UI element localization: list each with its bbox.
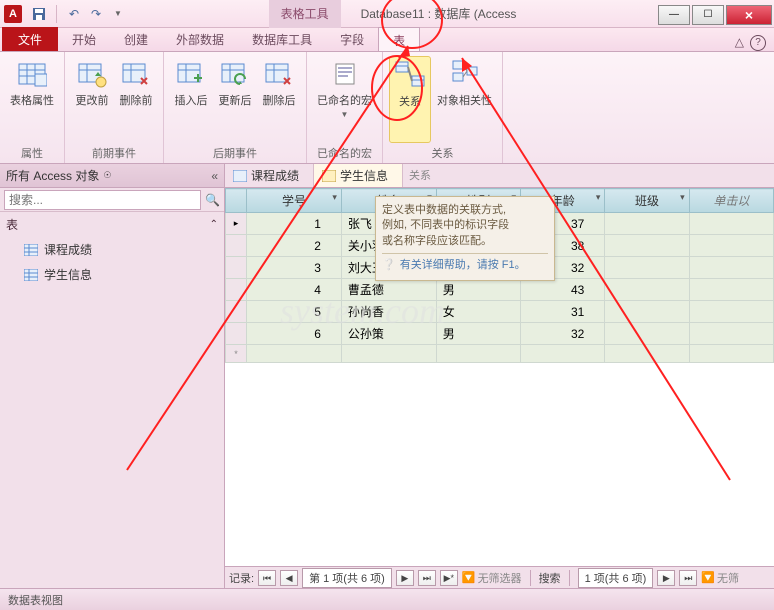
- nav-item-students[interactable]: 学生信息: [0, 262, 224, 287]
- doctab-relations[interactable]: 关系: [403, 164, 437, 187]
- before-delete-icon: [120, 58, 152, 90]
- redo-icon[interactable]: ↷: [87, 5, 105, 23]
- named-macros-icon: [329, 58, 361, 90]
- table-row[interactable]: 6公孙策男32: [226, 323, 774, 345]
- table-row[interactable]: 4曹孟德男43: [226, 279, 774, 301]
- table-icon: [233, 170, 247, 182]
- qat-dropdown-icon[interactable]: ▼: [109, 5, 127, 23]
- search-input[interactable]: [4, 190, 201, 210]
- table-icon: [24, 244, 38, 256]
- before-change-icon: [76, 58, 108, 90]
- table-properties-icon: [16, 58, 48, 90]
- content-area: 所有 Access 对象 ☉ « 🔍 表 ⌃ 课程成绩 学生信息 课程成绩: [0, 164, 774, 588]
- after-insert-icon: [175, 58, 207, 90]
- minimize-ribbon-icon[interactable]: △: [735, 35, 744, 51]
- filter-indicator[interactable]: 🔽 无筛选器: [462, 570, 522, 586]
- close-button[interactable]: ×: [726, 5, 772, 25]
- after-update-button[interactable]: 更新后: [214, 56, 256, 143]
- last-record-button-2[interactable]: ⏭: [679, 570, 697, 586]
- minimize-button[interactable]: —: [658, 5, 690, 25]
- after-insert-button[interactable]: 插入后: [170, 56, 212, 143]
- help-icon[interactable]: ?: [750, 35, 766, 51]
- tooltip-help: ❔ 有关详细帮助，请按 F1。: [382, 258, 548, 273]
- next-record-button-2[interactable]: ▶: [657, 570, 675, 586]
- record-position[interactable]: 第 1 项(共 6 项): [302, 568, 392, 588]
- window-title: Database11 : 数据库 (Access: [361, 5, 517, 22]
- tab-db-tools[interactable]: 数据库工具: [238, 27, 326, 51]
- col-class[interactable]: 班级▾: [605, 189, 689, 213]
- search-icon[interactable]: 🔍: [205, 193, 220, 207]
- view-mode-label: 数据表视图: [8, 592, 63, 608]
- record-navigator: 记录: ⏮ ◀ 第 1 项(共 6 项) ▶ ⏭ ▶* 🔽 无筛选器 搜索 1 …: [225, 566, 774, 588]
- next-record-button[interactable]: ▶: [396, 570, 414, 586]
- tooltip: 定义表中数据的关联方式, 例如, 不同表中的标识字段 或名称字段应该匹配。 ❔ …: [375, 196, 555, 281]
- tab-home[interactable]: 开始: [58, 27, 110, 51]
- contextual-tab-title: 表格工具: [269, 0, 341, 28]
- relationships-button[interactable]: 关系: [389, 56, 431, 143]
- object-dependencies-button[interactable]: 对象相关性: [433, 56, 496, 143]
- new-row[interactable]: *: [226, 345, 774, 363]
- filter-indicator-2[interactable]: 🔽 无筛: [701, 570, 739, 586]
- last-record-button[interactable]: ⏭: [418, 570, 436, 586]
- object-dependencies-icon: [449, 58, 481, 90]
- table-properties-button[interactable]: 表格属性: [6, 56, 58, 143]
- before-change-button[interactable]: 更改前: [71, 56, 113, 143]
- first-record-button[interactable]: ⏮: [258, 570, 276, 586]
- datasheet[interactable]: 学号▾ 姓名▾ 姓别▾ 年龄▾ 班级▾ 单击以 ▸1张飞男37 2关小羽男38 …: [225, 188, 774, 566]
- new-record-button[interactable]: ▶*: [440, 570, 458, 586]
- collapse-icon[interactable]: «: [211, 169, 218, 183]
- table-row[interactable]: 5孙尚香女31: [226, 301, 774, 323]
- app-icon: A: [4, 5, 22, 23]
- ribbon-tabs: 文件 开始 创建 外部数据 数据库工具 字段 表 △ ?: [0, 28, 774, 52]
- nav-search: 🔍: [0, 188, 224, 212]
- ribbon: 表格属性 属性 更改前 删除前 前期事件: [0, 52, 774, 164]
- group-label: 属性: [6, 145, 58, 161]
- navigation-pane: 所有 Access 对象 ☉ « 🔍 表 ⌃ 课程成绩 学生信息: [0, 164, 225, 588]
- quick-access-toolbar: ↶ ↷ ▼: [30, 5, 127, 23]
- title-bar: A ↶ ↷ ▼ 表格工具 Database11 : 数据库 (Access — …: [0, 0, 774, 28]
- group-label: 后期事件: [170, 145, 300, 161]
- help-icon: ❔: [382, 258, 396, 273]
- named-macros-button[interactable]: 已命名的宏▼: [313, 56, 376, 143]
- record-position-2: 1 项(共 6 项): [578, 568, 654, 588]
- document-tabs: 课程成绩 学生信息 关系: [225, 164, 774, 188]
- undo-icon[interactable]: ↶: [65, 5, 83, 23]
- nav-header[interactable]: 所有 Access 对象 ☉ «: [0, 164, 224, 188]
- tab-external-data[interactable]: 外部数据: [162, 27, 238, 51]
- col-id[interactable]: 学号▾: [247, 189, 342, 213]
- save-icon[interactable]: [30, 5, 48, 23]
- group-label: 前期事件: [71, 145, 157, 161]
- tab-file[interactable]: 文件: [2, 27, 58, 51]
- after-update-icon: [219, 58, 251, 90]
- collapse-group-icon: ⌃: [210, 219, 218, 230]
- prev-record-button[interactable]: ◀: [280, 570, 298, 586]
- dropdown-icon: ☉: [103, 170, 111, 181]
- nav-group-header[interactable]: 表 ⌃: [0, 212, 224, 237]
- table-icon: [24, 269, 38, 281]
- group-label: 已命名的宏: [313, 145, 376, 161]
- doctab-students[interactable]: 学生信息: [314, 164, 403, 187]
- group-label: 关系: [389, 145, 496, 161]
- table-icon: [322, 170, 336, 182]
- tab-fields[interactable]: 字段: [326, 27, 378, 51]
- after-delete-icon: [263, 58, 295, 90]
- after-delete-button[interactable]: 删除后: [258, 56, 300, 143]
- doctab-courses[interactable]: 课程成绩: [225, 164, 314, 187]
- status-bar: 数据表视图: [0, 588, 774, 610]
- maximize-button[interactable]: ☐: [692, 5, 724, 25]
- before-delete-button[interactable]: 删除前: [115, 56, 157, 143]
- relationships-icon: [394, 59, 426, 91]
- tab-create[interactable]: 创建: [110, 27, 162, 51]
- main-area: 课程成绩 学生信息 关系 学号▾ 姓名▾ 姓别▾ 年龄▾ 班级▾ 单击以 ▸1张…: [225, 164, 774, 588]
- nav-item-courses[interactable]: 课程成绩: [0, 237, 224, 262]
- tab-table[interactable]: 表: [378, 27, 420, 51]
- col-add[interactable]: 单击以: [689, 189, 773, 213]
